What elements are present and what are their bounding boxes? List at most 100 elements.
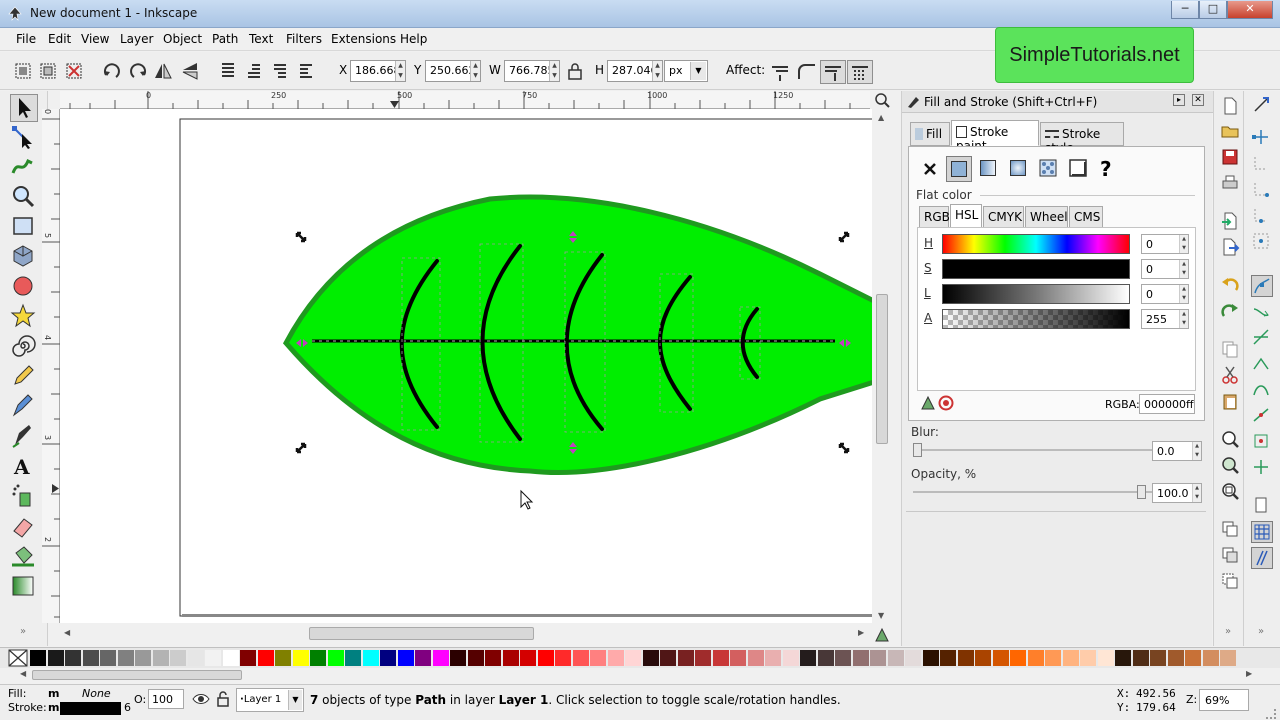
spiral-tool[interactable]: [10, 333, 38, 361]
palette-swatch[interactable]: [940, 650, 956, 666]
palette-swatch[interactable]: [765, 650, 781, 666]
pencil-tool[interactable]: [10, 363, 38, 391]
menu-file[interactable]: File: [16, 32, 36, 46]
stroke-indicator-swatch[interactable]: [60, 702, 121, 715]
palette-swatch[interactable]: [1185, 650, 1201, 666]
spray-tool[interactable]: [10, 483, 38, 511]
undo-icon[interactable]: [1220, 275, 1240, 295]
vertical-scroll-thumb[interactable]: [876, 294, 888, 444]
menu-object[interactable]: Object: [163, 32, 202, 46]
lower-icon[interactable]: [270, 61, 290, 81]
zoom-tool[interactable]: [10, 183, 38, 211]
tab-stroke-style[interactable]: Stroke style: [1040, 122, 1124, 155]
palette-swatch[interactable]: [152, 650, 169, 666]
palette-swatch[interactable]: [362, 650, 379, 666]
menu-layer[interactable]: Layer: [120, 32, 153, 46]
palette-swatch[interactable]: [502, 650, 519, 666]
palette-swatch[interactable]: [922, 650, 939, 666]
palette-swatch[interactable]: [187, 650, 204, 666]
dialog-undock-icon[interactable]: ▸: [1173, 94, 1185, 106]
palette-swatch[interactable]: [1010, 650, 1026, 666]
saturation-spin-arrows[interactable]: ▲ ▼: [1179, 260, 1188, 278]
palette-swatch[interactable]: [30, 650, 46, 666]
palette-swatch[interactable]: [240, 650, 256, 666]
palette-swatch[interactable]: [642, 650, 659, 666]
tab-rgb[interactable]: RGB: [919, 206, 950, 228]
palette-swatch[interactable]: [730, 650, 746, 666]
export-icon[interactable]: [1220, 237, 1240, 257]
scroll-down-icon[interactable]: ▼: [878, 611, 884, 620]
palette-swatch[interactable]: [800, 650, 816, 666]
resize-grip-icon[interactable]: [1266, 709, 1276, 719]
flip-horizontal-icon[interactable]: [153, 61, 173, 81]
palette-swatch[interactable]: [1115, 650, 1131, 666]
palette-swatch[interactable]: [47, 650, 64, 666]
lock-icon[interactable]: [565, 61, 585, 81]
raise-to-top-icon[interactable]: [218, 61, 238, 81]
flip-vertical-icon[interactable]: [180, 61, 200, 81]
snap-bbox-button[interactable]: [1251, 127, 1273, 149]
paint-swatch-button[interactable]: [1066, 156, 1092, 182]
tab-fill[interactable]: Fill: [910, 122, 950, 146]
palette-swatch[interactable]: [817, 650, 834, 666]
affect-stroke-width-button[interactable]: [767, 60, 793, 84]
ellipse-tool[interactable]: [10, 273, 38, 301]
palette-swatch[interactable]: [1080, 650, 1096, 666]
new-document-icon[interactable]: [1220, 96, 1240, 116]
zoom-page-icon[interactable]: [1220, 481, 1240, 501]
palette-swatch[interactable]: [1045, 650, 1061, 666]
palette-swatch[interactable]: [572, 650, 589, 666]
palette-swatch[interactable]: [607, 650, 624, 666]
vertical-scrollbar[interactable]: ▲ ▼: [874, 109, 890, 623]
node-tool[interactable]: [10, 124, 38, 152]
tab-cmyk[interactable]: CMYK: [983, 206, 1024, 228]
print-icon[interactable]: [1220, 173, 1240, 193]
zoom-drawing-icon[interactable]: [1220, 455, 1240, 475]
palette-scrollbar[interactable]: ◀ ▶: [18, 668, 1258, 682]
palette-scroll-thumb[interactable]: [32, 670, 242, 680]
saturation-input[interactable]: 0 ▲ ▼: [1141, 259, 1189, 279]
opacity-spin-arrows[interactable]: ▲ ▼: [1192, 484, 1201, 502]
selector-tool[interactable]: [10, 94, 38, 122]
palette-swatch[interactable]: [835, 650, 851, 666]
star-tool[interactable]: [10, 303, 38, 331]
layer-select[interactable]: ·Layer 1 ▼: [236, 688, 304, 712]
h-input[interactable]: 287.046 ▲ ▼: [607, 60, 663, 82]
calligraphy-tool[interactable]: [10, 423, 38, 451]
palette-swatch[interactable]: [1027, 650, 1044, 666]
hue-input[interactable]: 0 ▲ ▼: [1141, 234, 1189, 254]
menu-extensions[interactable]: Extensions: [331, 32, 396, 46]
menu-text[interactable]: Text: [249, 32, 273, 46]
snap-line-midpoints-button[interactable]: [1251, 405, 1273, 427]
x-input[interactable]: 186.668 ▲ ▼: [350, 60, 406, 82]
palette-swatch[interactable]: [100, 650, 116, 666]
import-icon[interactable]: [1220, 211, 1240, 231]
paint-none-button[interactable]: [917, 156, 943, 182]
palette-swatch[interactable]: [1097, 650, 1114, 666]
palette-scroll-left-icon[interactable]: ◀: [20, 669, 26, 678]
w-input[interactable]: 766.785 ▲ ▼: [504, 60, 560, 82]
palette-swatch[interactable]: [660, 650, 676, 666]
scroll-left-icon[interactable]: ◀: [64, 628, 70, 637]
clone-icon[interactable]: [1220, 545, 1240, 565]
palette-swatch[interactable]: [292, 650, 309, 666]
redo-icon[interactable]: [1220, 301, 1240, 321]
horizontal-scrollbar[interactable]: ◀ ▶: [60, 625, 872, 643]
palette-swatch[interactable]: [555, 650, 571, 666]
3d-box-tool[interactable]: [10, 243, 38, 271]
paint-radial-gradient-button[interactable]: [1006, 156, 1032, 182]
palette-swatch[interactable]: [82, 650, 99, 666]
tab-hsl[interactable]: HSL: [950, 204, 982, 228]
lightness-spin-arrows[interactable]: ▲ ▼: [1179, 285, 1188, 303]
palette-swatch[interactable]: [852, 650, 869, 666]
maximize-button[interactable]: □: [1199, 1, 1227, 19]
snap-paths-button[interactable]: [1251, 301, 1273, 323]
toolbox-more-icon[interactable]: »: [20, 626, 26, 637]
w-spin-arrows[interactable]: ▲ ▼: [549, 61, 559, 81]
h-spin-arrows[interactable]: ▲ ▼: [652, 61, 662, 81]
affect-gradients-button[interactable]: [820, 60, 846, 84]
zoom-selection-icon[interactable]: [1220, 429, 1240, 449]
opacity-slider-track[interactable]: [913, 491, 1153, 493]
scroll-right-icon[interactable]: ▶: [858, 628, 864, 637]
menu-view[interactable]: View: [81, 32, 109, 46]
